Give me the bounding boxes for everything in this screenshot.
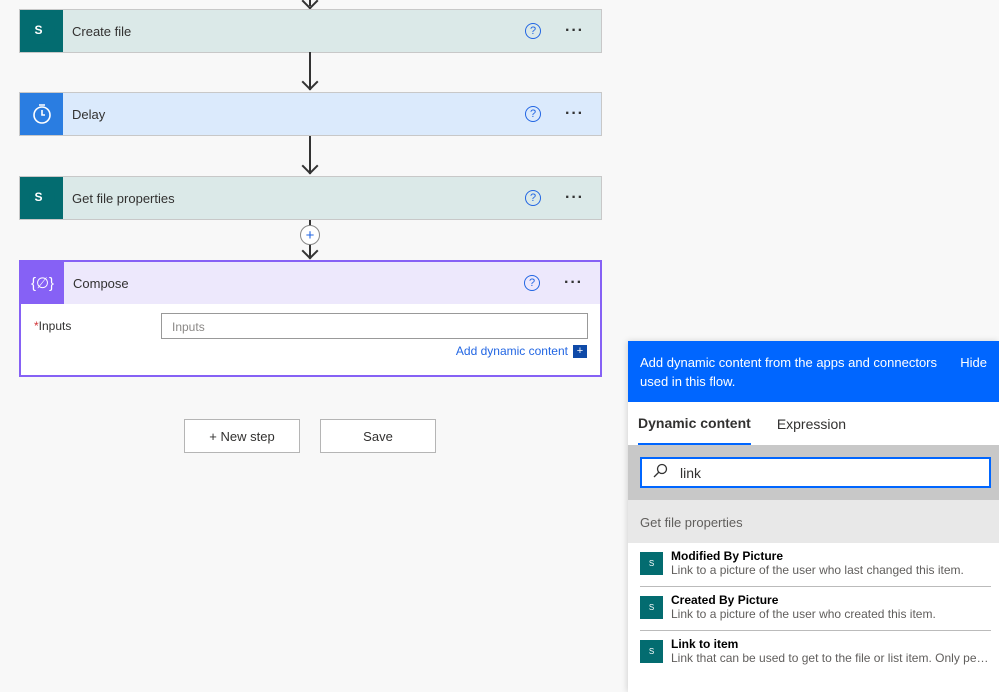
add-dynamic-content-link[interactable]: Add dynamic content + (456, 344, 587, 358)
more-options-icon[interactable]: ··· (565, 105, 589, 123)
help-icon[interactable]: ? (525, 23, 541, 39)
item-description: Link to a picture of the user who create… (671, 607, 936, 621)
step-title: Compose (73, 275, 129, 291)
item-description: Link to a picture of the user who last c… (671, 563, 964, 577)
sharepoint-icon: S (640, 596, 663, 619)
step-title: Delay (72, 106, 106, 122)
sharepoint-icon (20, 177, 63, 219)
item-name: Modified By Picture (671, 549, 784, 563)
help-icon[interactable]: ? (525, 106, 541, 122)
dynamic-content-panel: Add dynamic content from the apps and co… (628, 341, 999, 692)
sharepoint-icon: S (640, 552, 663, 575)
item-name: Link to item (671, 637, 739, 651)
step-create-file[interactable]: Create file ? ··· (19, 9, 602, 53)
hide-button[interactable]: Hide (960, 353, 987, 390)
add-plus-icon: + (573, 344, 587, 358)
inputs-label-text: Inputs (38, 319, 72, 333)
arrowhead (301, 242, 319, 260)
search-input[interactable]: link (640, 457, 991, 488)
item-description: Link that can be used to get to the file… (671, 651, 991, 665)
timer-icon (20, 93, 63, 135)
step-title: Create file (72, 23, 132, 39)
step-delay[interactable]: Delay ? ··· (19, 92, 602, 136)
step-get-file-properties[interactable]: Get file properties ? ··· (19, 176, 602, 220)
inputs-field[interactable]: Inputs (161, 313, 588, 339)
step-title: Get file properties (72, 190, 175, 206)
list-item[interactable]: S Modified By Picture Link to a picture of… (640, 543, 991, 587)
tab-dynamic-content[interactable]: Dynamic content (638, 402, 751, 445)
item-name: Created By Picture (671, 593, 779, 607)
new-step-button[interactable]: + New step (184, 419, 300, 453)
sharepoint-icon: S (640, 640, 663, 663)
save-button[interactable]: Save (320, 419, 436, 453)
help-icon[interactable]: ? (525, 190, 541, 206)
list-item[interactable]: S Link to item Link that can be used to ge… (640, 631, 991, 675)
panel-header-text: Add dynamic content from the apps and co… (640, 355, 938, 389)
sharepoint-icon (20, 10, 63, 52)
section-header: Get file properties (628, 500, 999, 543)
arrowhead (301, 157, 319, 175)
search-value: link (680, 464, 702, 481)
step-compose[interactable]: {∅} Compose ? ··· *Inputs Inputs Add dyna… (19, 260, 602, 377)
more-options-icon[interactable]: ··· (564, 274, 588, 292)
more-options-icon[interactable]: ··· (565, 22, 589, 40)
search-icon (652, 463, 668, 482)
inputs-label: *Inputs (34, 319, 71, 333)
help-icon[interactable]: ? (524, 275, 540, 291)
tab-expression[interactable]: Expression (777, 402, 846, 445)
add-dynamic-content-label: Add dynamic content (455, 344, 568, 358)
arrowhead (301, 73, 319, 91)
compose-braces-icon: {∅} (21, 262, 64, 304)
more-options-icon[interactable]: ··· (565, 189, 589, 207)
list-item[interactable]: S Created By Picture Link to a picture of … (640, 587, 991, 631)
